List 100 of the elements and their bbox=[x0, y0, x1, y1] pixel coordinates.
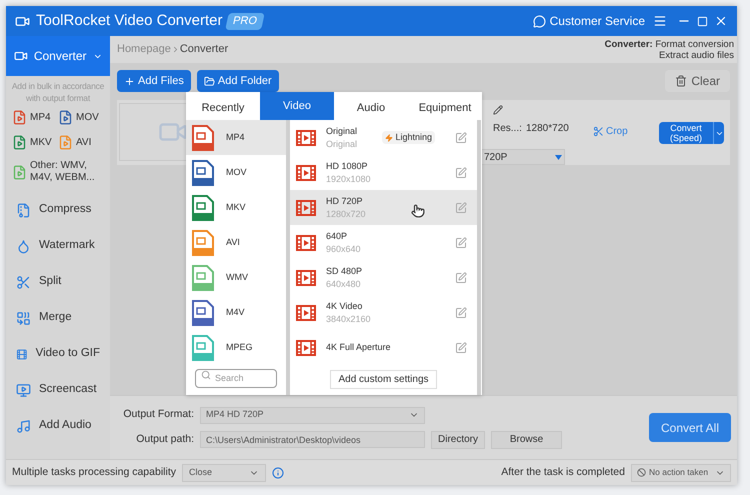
sidebar-item[interactable]: Split bbox=[6, 264, 110, 300]
preset-item[interactable]: 4K Video 3840x2160 bbox=[290, 295, 477, 330]
multitask-label: Multiple tasks processing capability bbox=[12, 464, 176, 480]
file-icon bbox=[192, 194, 214, 220]
sidebar-item[interactable]: Merge bbox=[6, 300, 110, 336]
preset-item[interactable]: 4K Full Aperture bbox=[290, 330, 477, 365]
format-link[interactable]: Other: WMV, M4V, WEBM... bbox=[30, 160, 104, 184]
sidebar-item[interactable]: Screencast bbox=[6, 372, 110, 408]
info-text: Converter: Format conversion bbox=[604, 38, 734, 50]
search-icon bbox=[201, 370, 211, 380]
film-strip-icon bbox=[296, 340, 316, 356]
search-field[interactable]: Search bbox=[195, 368, 277, 388]
monitor-icon bbox=[16, 382, 31, 398]
edit-icon[interactable] bbox=[455, 272, 467, 284]
format-item[interactable]: WMV bbox=[186, 260, 286, 295]
preset-item[interactable]: SD 480P 640x480 bbox=[290, 260, 477, 295]
preset-name: Original bbox=[326, 124, 358, 138]
music-icon bbox=[16, 418, 31, 434]
browse-button[interactable]: Browse bbox=[491, 430, 562, 448]
folder-icon bbox=[204, 76, 215, 86]
maximize-icon[interactable] bbox=[697, 16, 708, 26]
film-strip-icon bbox=[296, 234, 316, 250]
film-strip-icon bbox=[296, 200, 316, 216]
after-task-label: After the task is completed bbox=[501, 464, 625, 480]
file-icon bbox=[192, 300, 214, 326]
info-icon[interactable] bbox=[272, 466, 284, 478]
menu-icon[interactable] bbox=[653, 14, 667, 28]
edit-icon[interactable] bbox=[455, 236, 467, 248]
hand-cursor-icon bbox=[411, 204, 425, 218]
directory-button[interactable]: Directory bbox=[431, 430, 486, 448]
edit-icon[interactable] bbox=[455, 342, 467, 354]
preset-name: SD 480P bbox=[326, 264, 362, 278]
after-task-select[interactable]: No action taken bbox=[631, 464, 731, 482]
format-link[interactable]: MKV bbox=[30, 136, 52, 148]
convert-speed-button[interactable]: Convert (Speed) bbox=[659, 122, 713, 144]
pencil-icon[interactable] bbox=[493, 105, 503, 115]
output-path-field[interactable]: C:\Users\Administrator\Desktop\videos bbox=[200, 431, 425, 448]
file-icon bbox=[192, 160, 214, 186]
film-strip-icon bbox=[296, 304, 316, 320]
sidebar-item[interactable]: Compress bbox=[6, 192, 110, 228]
format-tab[interactable]: Video bbox=[260, 92, 334, 120]
customer-service-button[interactable]: Customer Service bbox=[532, 12, 645, 30]
breadcrumb-current: Converter bbox=[180, 42, 228, 58]
preset-resolution: 1920x1080 bbox=[326, 172, 371, 186]
preset-resolution: 960x640 bbox=[326, 242, 361, 256]
edit-icon[interactable] bbox=[455, 202, 467, 214]
sidebar-item[interactable]: Video to GIF bbox=[6, 336, 110, 372]
preset-item[interactable]: Original Original Lightning bbox=[290, 120, 477, 155]
convert-dropdown-button[interactable] bbox=[713, 122, 724, 144]
format-item[interactable]: AVI bbox=[186, 225, 286, 260]
format-link[interactable]: MOV bbox=[76, 112, 99, 124]
file-icon bbox=[192, 230, 214, 256]
format-item[interactable]: MPEG bbox=[186, 330, 286, 365]
preset-name: HD 720P bbox=[326, 194, 364, 208]
add-folder-button[interactable]: Add Folder bbox=[196, 70, 279, 92]
film-icon bbox=[16, 346, 28, 362]
pro-badge: PRO bbox=[224, 12, 264, 30]
preset-resolution: 640x480 bbox=[326, 278, 362, 290]
preset-item[interactable]: HD 720P 1280x720 bbox=[290, 190, 477, 225]
add-custom-settings-button[interactable]: Add custom settings bbox=[330, 370, 437, 389]
format-item[interactable]: MP4 bbox=[186, 120, 286, 155]
resolution-value: 1280*720 bbox=[526, 122, 569, 136]
file-icon bbox=[192, 264, 214, 290]
merge-icon bbox=[16, 310, 31, 326]
file-icon bbox=[192, 334, 214, 360]
preset-name: 4K Video bbox=[326, 300, 364, 312]
sidebar-item[interactable]: Add Audio bbox=[6, 408, 110, 444]
output-select[interactable]: 720P bbox=[481, 149, 565, 165]
film-strip-icon bbox=[296, 270, 316, 286]
add-files-button[interactable]: Add Files bbox=[117, 70, 191, 92]
format-item[interactable]: MKV bbox=[186, 190, 286, 225]
format-item[interactable]: MOV bbox=[186, 155, 286, 190]
film-strip-icon bbox=[296, 130, 316, 146]
edit-icon[interactable] bbox=[455, 306, 467, 318]
archive-icon bbox=[16, 202, 31, 218]
preset-name: HD 1080P bbox=[326, 160, 369, 172]
format-item[interactable]: M4V bbox=[186, 295, 286, 330]
format-link[interactable]: MP4 bbox=[30, 112, 51, 124]
preset-item[interactable]: 640P 960x640 bbox=[290, 225, 477, 260]
clear-button[interactable]: Clear bbox=[665, 70, 730, 92]
close-icon[interactable] bbox=[714, 14, 728, 28]
converter-tab[interactable]: Converter bbox=[6, 36, 110, 76]
preset-item[interactable]: HD 1080P 1920x1080 bbox=[290, 155, 477, 190]
output-format-select[interactable]: MP4 HD 720P bbox=[200, 406, 425, 424]
format-link[interactable]: AVI bbox=[76, 136, 92, 148]
multitask-select[interactable]: Close bbox=[182, 464, 266, 482]
preset-resolution: 3840x2160 bbox=[326, 312, 371, 326]
output-format-label: Output Format: bbox=[122, 407, 194, 422]
chat-icon bbox=[532, 14, 546, 28]
sidebar-item[interactable]: Watermark bbox=[6, 228, 110, 264]
window-title: ToolRocket Video Converter bbox=[36, 10, 222, 31]
edit-icon[interactable] bbox=[455, 132, 467, 144]
output-path-label: Output path: bbox=[135, 432, 194, 447]
no-entry-icon bbox=[637, 468, 646, 477]
plus-icon bbox=[124, 76, 135, 86]
edit-icon[interactable] bbox=[455, 166, 467, 178]
preset-resolution: 1280x720 bbox=[326, 208, 366, 220]
scissors-icon bbox=[593, 126, 604, 137]
trash-icon bbox=[675, 75, 688, 87]
film-strip-icon bbox=[296, 164, 316, 180]
